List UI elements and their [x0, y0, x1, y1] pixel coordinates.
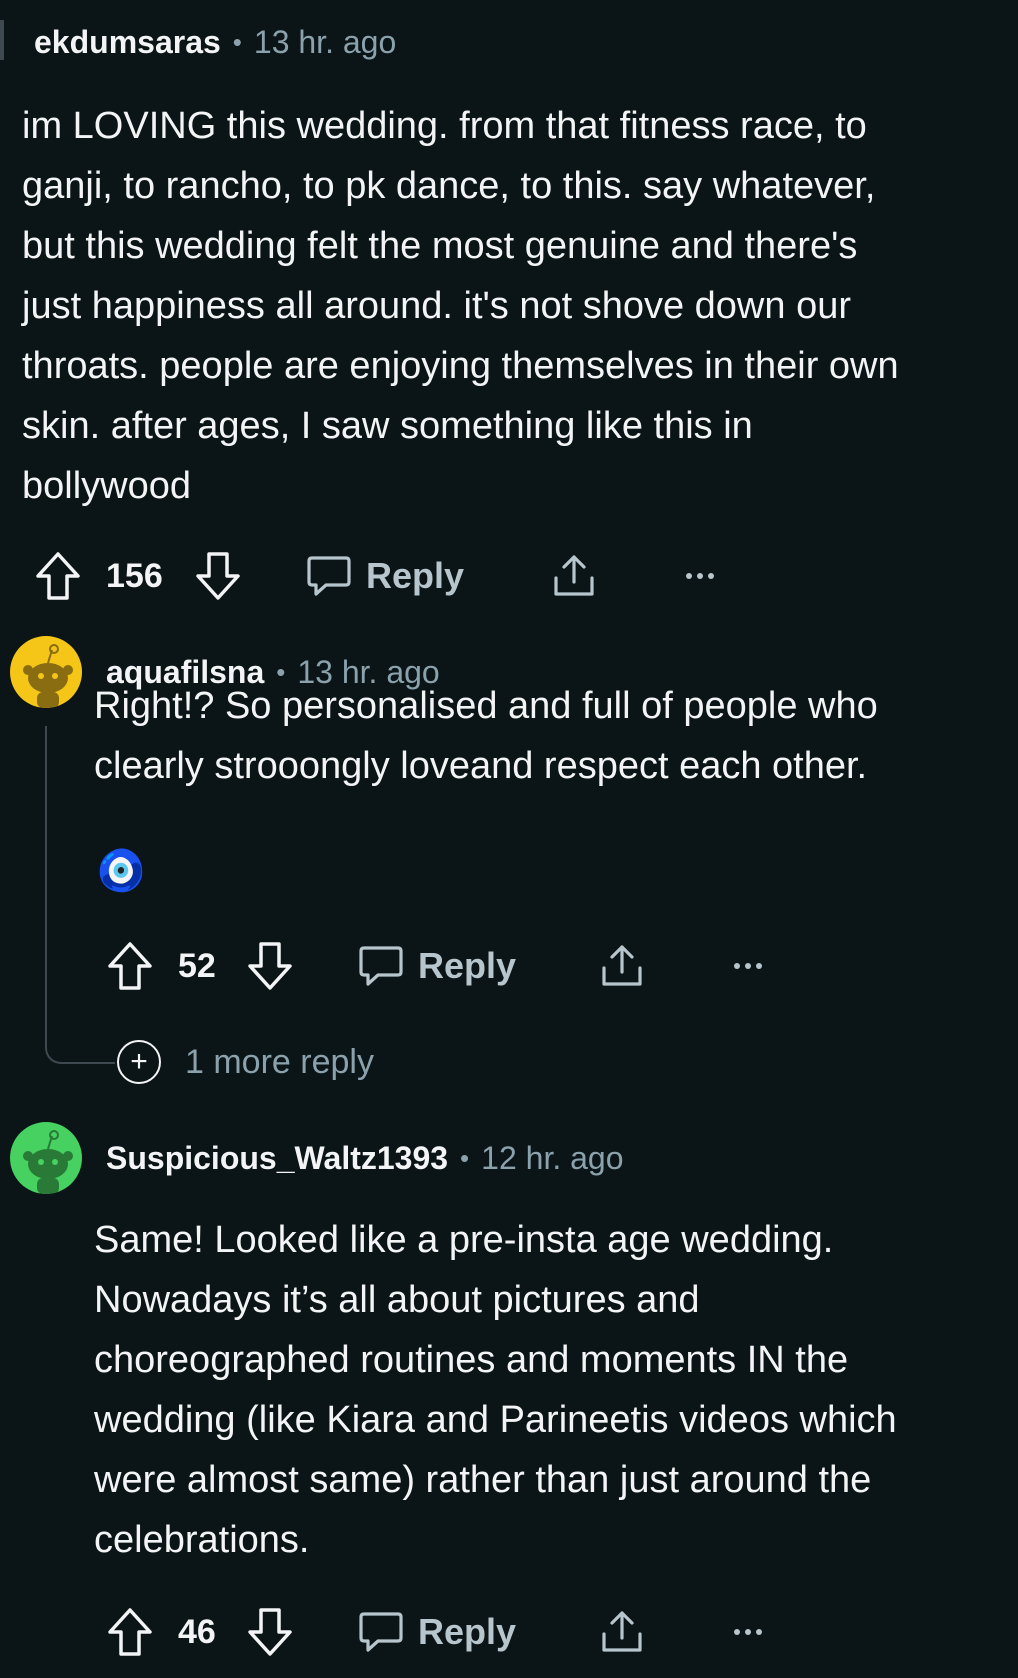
- avatar[interactable]: [10, 636, 82, 708]
- reply-button[interactable]: Reply: [358, 1602, 538, 1662]
- comment-body-line: celebrations.: [94, 1519, 310, 1561]
- vote-count: 46: [178, 1613, 216, 1651]
- ellipsis-icon: [686, 573, 714, 579]
- comment-body-line: clearly strooongly loveand respect each …: [94, 745, 868, 787]
- plus-circle-icon: +: [117, 1040, 161, 1084]
- comment-body-line: just happiness all around. it's not shov…: [22, 285, 851, 327]
- reply-button[interactable]: Reply: [306, 546, 486, 606]
- comment-action-bar: 156 Reply: [30, 546, 730, 606]
- reply-button[interactable]: Reply: [358, 936, 538, 996]
- share-button[interactable]: [594, 936, 650, 996]
- separator-dot: •: [460, 1142, 470, 1173]
- comment-author[interactable]: ekdumsaras: [34, 24, 221, 61]
- comment-body-line: but this wedding felt the most genuine a…: [22, 225, 858, 267]
- comment-suspicious-waltz1393: Suspicious_Waltz1393 • 12 hr. ago Same! …: [0, 1110, 1018, 1678]
- downvote-arrow-icon: [196, 552, 240, 600]
- comment-body-line: throats. people are enjoying themselves …: [22, 345, 899, 387]
- comment-body-line: Right!? So personalised and full of peop…: [94, 685, 878, 727]
- comment-body-line: choreographed routines and moments IN th…: [94, 1339, 849, 1381]
- thread-line-stub: [0, 20, 4, 60]
- downvote-arrow-icon: [248, 942, 292, 990]
- separator-dot: •: [232, 26, 242, 57]
- comment-body-line: Nowadays it’s all about pictures and: [94, 1279, 700, 1321]
- comment-body: Right!? So personalised and full of peop…: [94, 676, 1004, 796]
- comment-aquafilsna: aquafilsna • 13 hr. ago Right!? So perso…: [0, 620, 1018, 1110]
- share-upload-icon: [554, 555, 594, 596]
- more-options-button[interactable]: [678, 546, 722, 606]
- reply-label: Reply: [418, 1611, 517, 1652]
- downvote-button[interactable]: [190, 546, 246, 606]
- upvote-arrow-icon: [108, 942, 152, 990]
- comment-body-line: were almost same) rather than just aroun…: [94, 1459, 872, 1501]
- comment-meta: ekdumsaras • 13 hr. ago: [34, 22, 396, 62]
- nazar-emoji: 🧿: [96, 849, 146, 893]
- comment-action-bar: 46 Reply: [102, 1602, 802, 1662]
- more-replies-label: 1 more reply: [185, 1042, 374, 1081]
- share-upload-icon: [602, 945, 642, 986]
- speech-bubble-icon: [359, 946, 403, 986]
- more-options-button[interactable]: [726, 1602, 770, 1662]
- upvote-button[interactable]: [102, 1602, 158, 1662]
- upvote-button[interactable]: [30, 546, 86, 606]
- comment-meta: Suspicious_Waltz1393 • 12 hr. ago: [106, 1138, 624, 1178]
- comment-body-line: bollywood: [22, 465, 191, 507]
- vote-count: 52: [178, 947, 216, 985]
- comment-body-line: ganji, to rancho, to pk dance, to this. …: [22, 165, 876, 207]
- downvote-button[interactable]: [242, 1602, 298, 1662]
- avatar[interactable]: [10, 1122, 82, 1194]
- share-button[interactable]: [594, 1602, 650, 1662]
- speech-bubble-icon: [307, 556, 351, 596]
- reply-label: Reply: [366, 555, 465, 596]
- more-options-button[interactable]: [726, 936, 770, 996]
- comment-body-line: wedding (like Kiara and Parineetis video…: [94, 1399, 897, 1441]
- comment-body: im LOVING this wedding. from that fitnes…: [22, 96, 1012, 516]
- comment-body-line: Same! Looked like a pre-insta age weddin…: [94, 1219, 834, 1261]
- snoo-avatar-icon: [23, 644, 73, 708]
- comment-timestamp: 12 hr. ago: [481, 1139, 624, 1176]
- speech-bubble-icon: [359, 1612, 403, 1652]
- comment-body: Same! Looked like a pre-insta age weddin…: [94, 1210, 1014, 1570]
- reply-label: Reply: [418, 945, 517, 986]
- upvote-button[interactable]: [102, 936, 158, 996]
- share-button[interactable]: [546, 546, 602, 606]
- comment-timestamp: 13 hr. ago: [253, 23, 397, 60]
- comment-body-line: im LOVING this wedding. from that fitnes…: [22, 105, 867, 147]
- vote-count: 156: [106, 557, 163, 595]
- ellipsis-icon: [734, 963, 762, 969]
- share-upload-icon: [602, 1611, 642, 1652]
- downvote-arrow-icon: [248, 1608, 292, 1656]
- upvote-arrow-icon: [108, 1608, 152, 1656]
- upvote-arrow-icon: [36, 552, 80, 600]
- comment-action-bar: 52 Reply: [102, 936, 802, 996]
- comment-ekdumsaras: ekdumsaras • 13 hr. ago im LOVING this w…: [0, 0, 1018, 620]
- comment-body-line: skin. after ages, I saw something like t…: [22, 405, 753, 447]
- ellipsis-icon: [734, 1629, 762, 1635]
- more-replies-link[interactable]: + 1 more reply: [117, 1037, 374, 1087]
- snoo-avatar-icon: [23, 1130, 73, 1194]
- downvote-button[interactable]: [242, 936, 298, 996]
- comment-author[interactable]: Suspicious_Waltz1393: [106, 1140, 448, 1177]
